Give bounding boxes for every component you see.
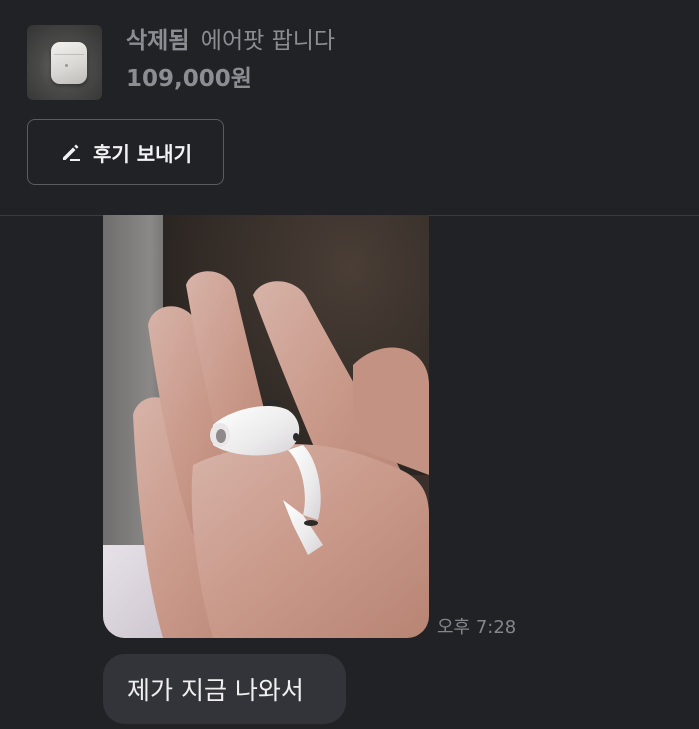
hand-holding-earbud-image bbox=[133, 271, 429, 638]
product-title: 에어팟 팝니다 bbox=[200, 28, 336, 54]
pencil-icon bbox=[63, 144, 81, 161]
product-status-badge: 삭제됨 bbox=[126, 28, 190, 54]
product-thumbnail[interactable] bbox=[27, 25, 102, 100]
message-photo[interactable] bbox=[103, 215, 429, 638]
send-review-label: 후기 보내기 bbox=[93, 141, 192, 166]
message-timestamp: 오후 7:28 bbox=[437, 617, 517, 638]
message-bubble[interactable]: 제가 지금 나와서 bbox=[103, 654, 346, 724]
product-title-line: 삭제됨 에어팟 팝니다 bbox=[126, 27, 335, 55]
product-price: 109,000원 bbox=[126, 66, 252, 92]
product-header[interactable]: 삭제됨 에어팟 팝니다 109,000원 후기 보내기 bbox=[0, 0, 699, 216]
message-text: 제가 지금 나와서 bbox=[127, 676, 304, 705]
send-review-button[interactable]: 후기 보내기 bbox=[27, 119, 224, 185]
airpods-case-image bbox=[51, 42, 87, 84]
